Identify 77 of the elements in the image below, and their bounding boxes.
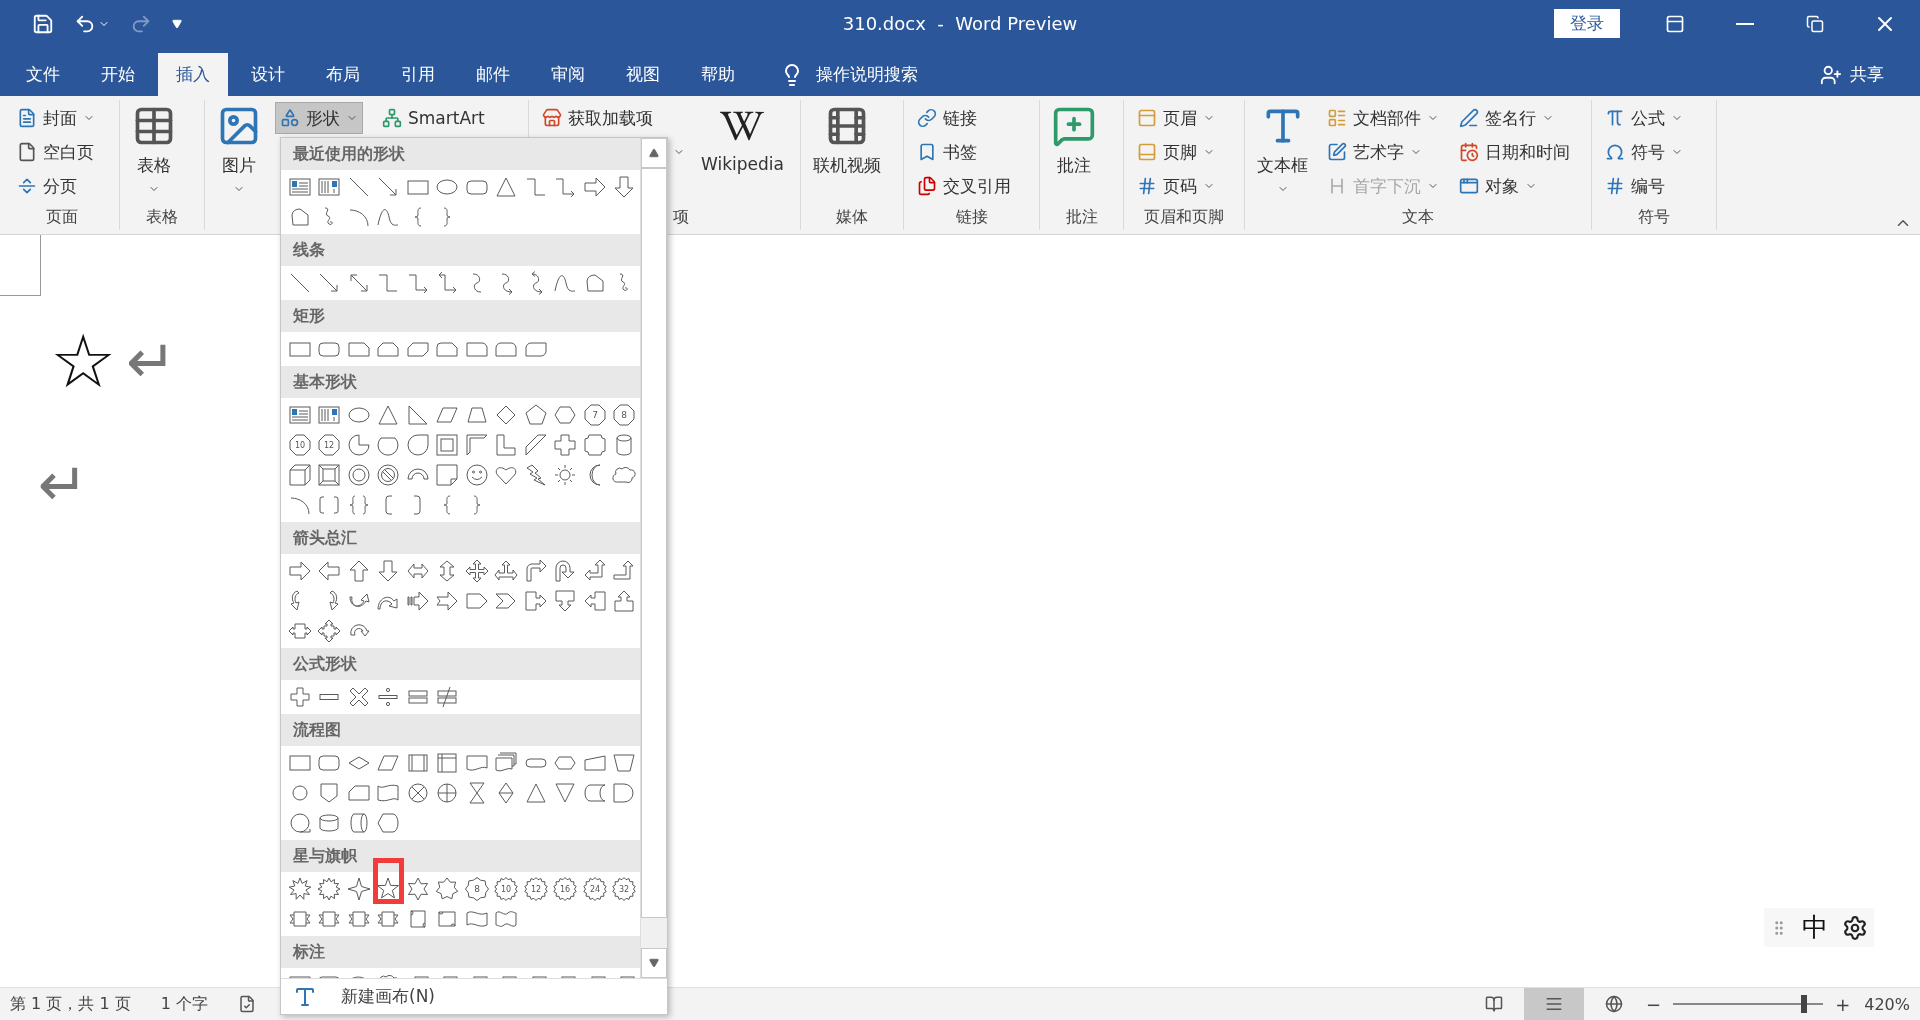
section-header: 矩形: [281, 300, 640, 332]
ribbon-button[interactable]: 空白页: [12, 136, 99, 168]
word-count: 1 个字: [160, 993, 208, 1015]
ribbon-tab[interactable]: 布局: [308, 53, 378, 96]
ribbon-button[interactable]: 批注: [1048, 102, 1100, 179]
section-header: 基本形状: [281, 366, 640, 398]
ribbon-button[interactable]: 文本框: [1253, 102, 1312, 197]
ribbon-button[interactable]: 链接: [912, 102, 982, 134]
document-text: ☆: [50, 324, 117, 398]
ribbon-button[interactable]: 符号: [1600, 136, 1688, 168]
ribbon-button[interactable]: SmartArt: [377, 102, 490, 134]
section-header: 标注: [281, 936, 640, 968]
section-header: 箭头总汇: [281, 522, 640, 554]
ribbon-tab[interactable]: 邮件: [458, 53, 528, 96]
group-label: 批注: [1065, 206, 1098, 228]
numbered-polygon-shape-icon[interactable]: 10: [287, 433, 312, 457]
ribbon-tab[interactable]: 视图: [608, 53, 678, 96]
ribbon-tab[interactable]: 审阅: [533, 53, 603, 96]
seal-shape-icon[interactable]: 16: [553, 877, 578, 901]
tell-me-search[interactable]: 操作说明搜索: [816, 63, 918, 86]
section-header: 最近使用的形状: [281, 138, 640, 170]
section-header: 流程图: [281, 714, 640, 746]
group-label: 表格: [146, 206, 178, 228]
ribbon-button[interactable]: Wikipedia: [697, 102, 788, 176]
ribbon-button[interactable]: 文档部件: [1322, 102, 1444, 134]
seal-shape-icon[interactable]: 10: [494, 877, 519, 901]
sign-in-button[interactable]: 登录: [1554, 9, 1620, 38]
numbered-polygon-shape-icon[interactable]: 12: [317, 433, 342, 457]
ribbon-tab[interactable]: 帮助: [683, 53, 753, 96]
seal-shape-icon[interactable]: 8: [464, 877, 489, 901]
ribbon-button[interactable]: 页脚: [1132, 136, 1220, 168]
ribbon-button[interactable]: 编号: [1600, 170, 1670, 202]
zoom-level[interactable]: 420%: [1864, 994, 1910, 1014]
ribbon-button[interactable]: 分页: [12, 170, 82, 202]
ribbon-button[interactable]: 书签: [912, 136, 982, 168]
group-label: 页面: [45, 206, 78, 228]
paragraph-mark: ↵: [126, 331, 177, 391]
ribbon-button[interactable]: 获取加载项: [537, 102, 658, 134]
section-header: 线条: [281, 234, 640, 266]
section-header: 公式形状: [281, 648, 640, 680]
ribbon-button[interactable]: 图片: [213, 102, 265, 197]
ribbon-tab[interactable]: 设计: [233, 53, 303, 96]
ribbon-tab[interactable]: 文件: [8, 53, 78, 96]
ribbon-tab[interactable]: 开始: [83, 53, 153, 96]
paragraph-mark: ↵: [38, 454, 89, 514]
window-title: 310.docx - Word Preview: [842, 13, 1078, 34]
group-label: 页眉和页脚: [1144, 206, 1224, 228]
section-header: 星与旗帜: [281, 840, 640, 872]
seal-shape-icon[interactable]: 24: [582, 877, 607, 901]
zoom-in-button[interactable]: +: [1829, 993, 1857, 1015]
group-label: 项: [673, 206, 689, 228]
group-label: 文本: [1402, 206, 1434, 228]
group-label: 媒体: [836, 206, 868, 228]
ribbon-tab[interactable]: 插入: [158, 53, 228, 96]
ribbon-button[interactable]: 签名行: [1454, 102, 1559, 134]
seal-shape-icon[interactable]: 12: [523, 877, 548, 901]
ribbon-button[interactable]: 页码: [1132, 170, 1220, 202]
ribbon-button[interactable]: 封面: [12, 102, 100, 134]
numbered-polygon-shape-icon[interactable]: 8: [612, 403, 637, 427]
ribbon-button[interactable]: 艺术字: [1322, 136, 1427, 168]
ribbon-button[interactable]: 页眉: [1132, 102, 1220, 134]
ribbon-button[interactable]: 形状: [275, 102, 363, 134]
ribbon-button[interactable]: 日期和时间: [1454, 136, 1575, 168]
ribbon-button[interactable]: 交叉引用: [912, 170, 1016, 202]
seal-shape-icon[interactable]: 32: [612, 877, 637, 901]
ribbon-button[interactable]: 公式: [1600, 102, 1688, 134]
page-count: 第 1 页，共 1 页: [10, 993, 131, 1015]
ribbon-button[interactable]: 表格: [128, 102, 180, 197]
zoom-out-button[interactable]: −: [1640, 993, 1668, 1015]
new-canvas-item[interactable]: 新建画布(N): [281, 978, 667, 1014]
group-label: 符号: [1638, 206, 1670, 228]
ribbon-tab[interactable]: 引用: [383, 53, 453, 96]
group-label: 链接: [955, 206, 988, 228]
share-button[interactable]: 共享: [1814, 53, 1890, 96]
numbered-polygon-shape-icon[interactable]: 7: [582, 403, 607, 427]
ribbon-button[interactable]: 联机视频: [809, 102, 885, 179]
ribbon-button[interactable]: 对象: [1454, 170, 1542, 202]
